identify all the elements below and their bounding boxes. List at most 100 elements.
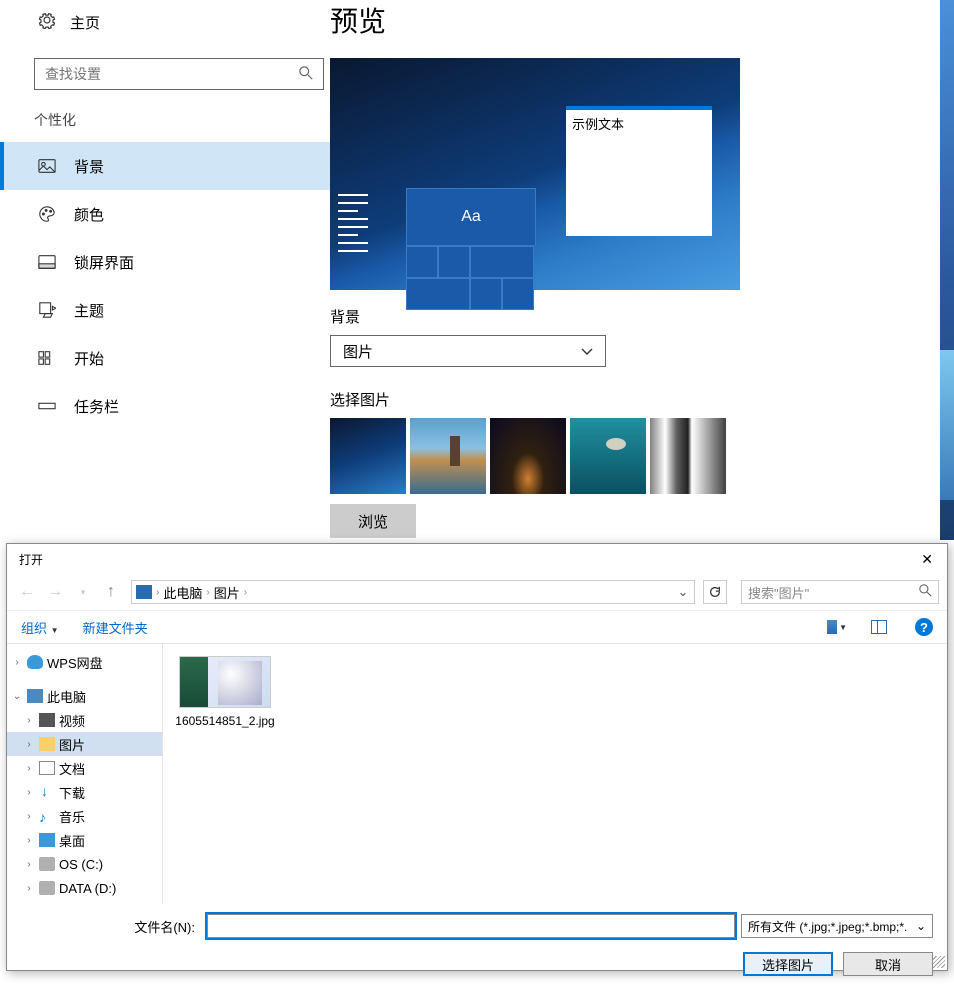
tree-item-desktop[interactable]: ›桌面 <box>7 828 162 852</box>
search-placeholder: 搜索"图片" <box>748 583 809 602</box>
nav-start[interactable]: 开始 <box>0 334 330 382</box>
section-title: 个性化 <box>0 104 330 142</box>
filetype-filter[interactable]: 所有文件 (*.jpg;*.jpeg;*.bmp;*. ⌄ <box>741 914 933 938</box>
back-button[interactable]: ← <box>15 580 39 604</box>
wallpaper-thumb[interactable] <box>410 418 486 494</box>
up-button[interactable]: ↑ <box>99 580 123 604</box>
wallpaper-thumb[interactable] <box>490 418 566 494</box>
tree-item-documents[interactable]: ›文档 <box>7 756 162 780</box>
address-dropdown[interactable]: ⌄ <box>676 584 690 600</box>
picture-icon <box>38 157 56 175</box>
theme-icon <box>38 301 56 319</box>
preview-tile-aa: Aa <box>406 188 536 246</box>
help-button[interactable]: ? <box>915 618 933 636</box>
tree-item-downloads[interactable]: ›下载 <box>7 780 162 804</box>
nav-label: 锁屏界面 <box>74 252 134 273</box>
downloads-icon <box>39 785 55 799</box>
new-folder-button[interactable]: 新建文件夹 <box>83 618 148 637</box>
nav-taskbar[interactable]: 任务栏 <box>0 382 330 430</box>
nav-lockscreen[interactable]: 锁屏界面 <box>0 238 330 286</box>
pictures-icon <box>39 737 55 751</box>
drive-icon <box>39 857 55 871</box>
filename-input[interactable] <box>207 914 735 938</box>
dialog-titlebar[interactable]: 打开 ✕ <box>7 544 947 574</box>
search-input[interactable] <box>45 66 285 82</box>
folder-tree[interactable]: ›WPS网盘 ⌄此电脑 ›视频 ›图片 ›文档 ›下载 ›音乐 ›桌面 ›OS … <box>7 644 163 904</box>
choose-picture-label: 选择图片 <box>330 389 940 410</box>
nav-themes[interactable]: 主题 <box>0 286 330 334</box>
file-item[interactable]: 1605514851_2.jpg <box>175 656 275 730</box>
address-bar[interactable]: › 此电脑 › 图片 › ⌄ <box>131 580 695 604</box>
nav-background[interactable]: 背景 <box>0 142 330 190</box>
close-button[interactable]: ✕ <box>915 549 939 570</box>
tree-item-wps[interactable]: ›WPS网盘 <box>7 650 162 674</box>
filter-text: 所有文件 (*.jpg;*.jpeg;*.bmp;*. <box>748 918 907 935</box>
tree-item-drive-c[interactable]: ›OS (C:) <box>7 852 162 876</box>
wallpaper-thumbnails <box>330 418 940 494</box>
wallpaper-thumb[interactable] <box>330 418 406 494</box>
dialog-toolbar: 组织 ▼ 新建文件夹 ▼ ? <box>7 610 947 644</box>
nav-colors[interactable]: 颜色 <box>0 190 330 238</box>
tree-item-pictures[interactable]: ›图片 <box>7 732 162 756</box>
tree-item-videos[interactable]: ›视频 <box>7 708 162 732</box>
forward-button[interactable]: → <box>43 580 67 604</box>
dialog-navbar: ← → ▾ ↑ › 此电脑 › 图片 › ⌄ 搜索"图片" <box>7 574 947 610</box>
resize-grip[interactable] <box>933 956 945 968</box>
refresh-button[interactable] <box>703 580 727 604</box>
nav-label: 颜色 <box>74 204 104 225</box>
documents-icon <box>39 761 55 775</box>
wallpaper-thumb[interactable] <box>570 418 646 494</box>
breadcrumb-folder[interactable]: 图片 <box>214 583 240 602</box>
desktop-icon <box>39 833 55 847</box>
tree-item-music[interactable]: ›音乐 <box>7 804 162 828</box>
view-mode-button[interactable]: ▼ <box>827 619 847 635</box>
wallpaper-preview: Aa 示例文本 <box>330 58 740 290</box>
lockscreen-icon <box>38 253 56 271</box>
tree-item-thispc[interactable]: ⌄此电脑 <box>7 684 162 708</box>
location-icon <box>136 585 152 599</box>
browse-button[interactable]: 浏览 <box>330 504 416 538</box>
open-button[interactable]: 选择图片 <box>743 952 833 976</box>
palette-icon <box>38 205 56 223</box>
preview-pane-button[interactable] <box>871 619 891 635</box>
recent-dropdown[interactable]: ▾ <box>71 580 95 604</box>
nav-label: 主题 <box>74 300 104 321</box>
taskbar-icon <box>38 397 56 415</box>
preview-sample-window: 示例文本 <box>566 106 712 236</box>
home-link[interactable]: 主页 <box>0 0 330 44</box>
dialog-search[interactable]: 搜索"图片" <box>741 580 939 604</box>
chevron-right-icon[interactable]: › <box>156 587 159 598</box>
preview-startmenu-lines <box>338 188 398 258</box>
file-open-dialog: 打开 ✕ ← → ▾ ↑ › 此电脑 › 图片 › ⌄ 搜索"图片" 组织 ▼ … <box>6 543 948 971</box>
gear-icon <box>38 11 56 33</box>
nav-label: 任务栏 <box>74 396 119 417</box>
filename-label: 文件名(N): <box>21 917 201 936</box>
tree-item-drive-d[interactable]: ›DATA (D:) <box>7 876 162 900</box>
settings-window: 主页 个性化 背景 颜色 锁屏界面 主题 开始 <box>0 0 940 540</box>
preview-title: 预览 <box>330 0 940 40</box>
sample-text: 示例文本 <box>572 117 624 132</box>
file-name: 1605514851_2.jpg <box>175 714 275 730</box>
settings-sidebar: 主页 个性化 背景 颜色 锁屏界面 主题 开始 <box>0 0 330 540</box>
home-label: 主页 <box>70 12 100 33</box>
chevron-right-icon[interactable]: › <box>244 587 247 598</box>
dialog-body: ›WPS网盘 ⌄此电脑 ›视频 ›图片 ›文档 ›下载 ›音乐 ›桌面 ›OS … <box>7 644 947 904</box>
dropdown-value: 图片 <box>343 341 373 362</box>
music-icon <box>39 809 55 823</box>
pc-icon <box>27 689 43 703</box>
file-list[interactable]: 1605514851_2.jpg <box>163 644 947 904</box>
drive-icon <box>39 881 55 895</box>
background-type-dropdown[interactable]: 图片 <box>330 335 606 367</box>
nav-label: 开始 <box>74 348 104 369</box>
search-icon <box>299 66 313 83</box>
file-thumbnail <box>179 656 271 708</box>
cancel-button[interactable]: 取消 <box>843 952 933 976</box>
organize-menu[interactable]: 组织 ▼ <box>21 618 59 637</box>
preview-tiles: Aa <box>406 188 536 310</box>
cloud-icon <box>27 655 43 669</box>
breadcrumb-root[interactable]: 此电脑 <box>163 583 202 602</box>
chevron-down-icon: ⌄ <box>916 919 926 933</box>
search-settings[interactable] <box>34 58 324 90</box>
chevron-right-icon[interactable]: › <box>206 587 209 598</box>
wallpaper-thumb[interactable] <box>650 418 726 494</box>
